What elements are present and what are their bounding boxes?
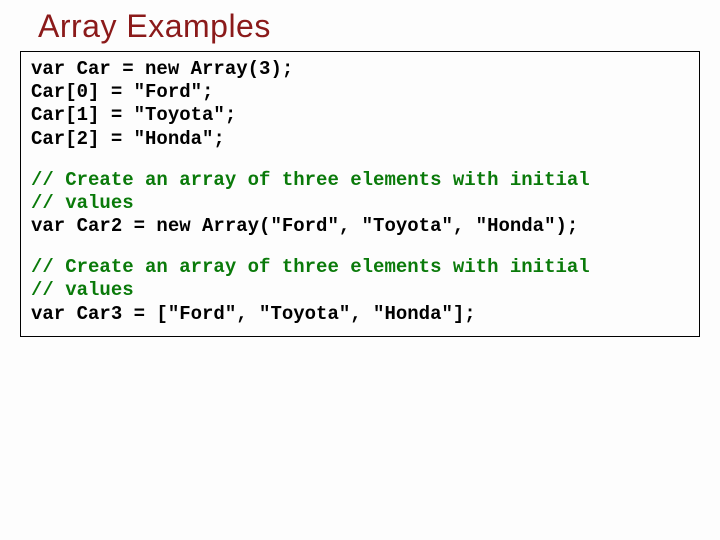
code-line: Car[2] = "Honda"; <box>31 128 689 151</box>
code-comment: // Create an array of three elements wit… <box>31 256 689 279</box>
code-line: var Car2 = new Array("Ford", "Toyota", "… <box>31 215 689 238</box>
code-line: Car[1] = "Toyota"; <box>31 104 689 127</box>
code-comment: // values <box>31 279 689 302</box>
slide: Array Examples var Car = new Array(3); C… <box>0 0 720 540</box>
code-line: var Car3 = ["Ford", "Toyota", "Honda"]; <box>31 303 689 326</box>
blank-line <box>31 238 689 256</box>
code-line: var Car = new Array(3); <box>31 58 689 81</box>
code-line: Car[0] = "Ford"; <box>31 81 689 104</box>
code-comment: // Create an array of three elements wit… <box>31 169 689 192</box>
code-comment: // values <box>31 192 689 215</box>
slide-title: Array Examples <box>38 8 700 45</box>
blank-line <box>31 151 689 169</box>
code-box: var Car = new Array(3); Car[0] = "Ford";… <box>20 51 700 337</box>
